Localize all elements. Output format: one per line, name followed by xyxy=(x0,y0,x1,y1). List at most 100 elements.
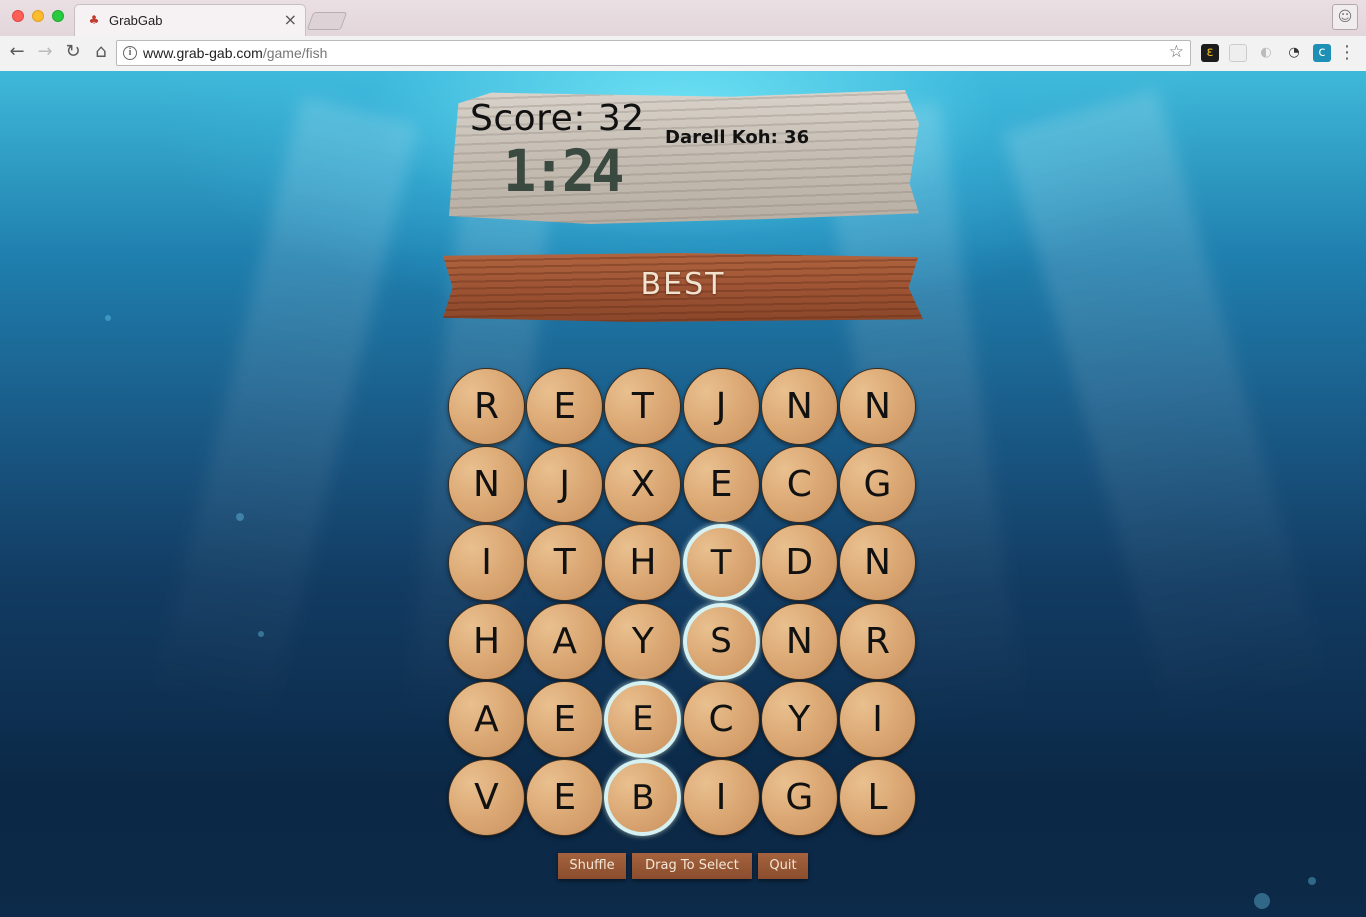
minimize-window-button[interactable] xyxy=(32,10,44,22)
letter-tile[interactable]: N xyxy=(448,446,525,524)
tile-letter: J xyxy=(715,386,727,427)
letter-tile[interactable]: E xyxy=(526,368,604,445)
extension-sync-icon[interactable]: ◐ xyxy=(1257,44,1275,62)
letter-tile[interactable]: I xyxy=(448,524,525,602)
url-path: /game/fish xyxy=(262,45,328,61)
tile-letter: A xyxy=(474,698,499,740)
tile-letter: H xyxy=(472,620,501,662)
tile-letter: T xyxy=(631,386,654,427)
tile-letter: D xyxy=(785,542,814,584)
tab-title: GrabGab xyxy=(109,13,163,28)
letter-tile[interactable]: N xyxy=(760,602,838,680)
opponent-score: Darell Koh: 36 xyxy=(665,127,810,148)
tile-letter: A xyxy=(552,620,577,662)
current-word: BEST xyxy=(640,267,726,302)
letter-tile[interactable]: I xyxy=(839,680,916,758)
letter-tile[interactable]: D xyxy=(760,524,838,602)
light-ray xyxy=(1003,88,1328,730)
score-label: Score: 32 xyxy=(470,98,645,139)
menu-icon[interactable]: ⋮ xyxy=(1338,42,1356,63)
extension-evernote-icon[interactable]: ε xyxy=(1201,44,1219,62)
letter-tile[interactable]: N xyxy=(839,524,916,602)
letter-tile[interactable]: N xyxy=(760,368,838,445)
timer: 1:24 xyxy=(503,137,624,205)
letter-tile[interactable]: E xyxy=(682,446,760,524)
close-window-button[interactable] xyxy=(12,10,24,22)
profile-icon[interactable]: ☺ xyxy=(1332,4,1358,30)
tile-letter: N xyxy=(785,620,813,662)
browser-tab[interactable]: ♣ GrabGab × xyxy=(74,4,306,36)
letter-grid: RETJNNNJXECGITHTDNHAYSNRAEECYIVEBIGL xyxy=(448,368,920,838)
extension-c-icon[interactable]: c xyxy=(1313,44,1331,62)
quit-button[interactable]: Quit xyxy=(758,853,808,879)
letter-tile[interactable]: A xyxy=(526,602,604,680)
tile-letter: I xyxy=(872,698,883,740)
letter-tile[interactable]: I xyxy=(682,759,760,836)
letter-tile[interactable]: T xyxy=(604,368,682,445)
extension-clock-icon[interactable]: ◔ xyxy=(1285,44,1303,62)
url-text: www.grab-gab.com/game/fish xyxy=(143,45,327,61)
tile-letter: X xyxy=(630,464,656,506)
tile-letter: E xyxy=(709,464,733,506)
letter-tile[interactable]: V xyxy=(448,759,525,836)
tile-letter: H xyxy=(629,542,657,584)
reload-icon[interactable]: ↻ xyxy=(62,41,84,63)
tile-letter: E xyxy=(632,699,654,740)
letter-tile[interactable]: E xyxy=(604,680,682,758)
tile-letter: N xyxy=(864,542,891,584)
game-viewport: Score: 32 1:24 Darell Koh: 36 BEST RETJN… xyxy=(0,71,1366,917)
home-icon[interactable]: ⌂ xyxy=(90,41,112,63)
letter-tile[interactable]: H xyxy=(448,602,525,680)
back-icon[interactable]: ← xyxy=(6,41,28,63)
bubble xyxy=(1254,893,1270,909)
new-tab-button[interactable] xyxy=(306,12,348,30)
letter-tile[interactable]: S xyxy=(682,602,760,680)
tile-letter: C xyxy=(786,464,812,506)
tab-bar: ♣ GrabGab × ☺ xyxy=(0,0,1366,36)
letter-tile[interactable]: N xyxy=(839,368,916,445)
tile-letter: T xyxy=(710,542,732,583)
letter-tile[interactable]: H xyxy=(604,524,682,602)
letter-tile[interactable]: E xyxy=(526,680,604,758)
bubble xyxy=(105,315,111,321)
tile-letter: E xyxy=(553,777,577,818)
letter-tile[interactable]: Y xyxy=(604,602,682,680)
letter-tile[interactable]: C xyxy=(760,446,838,524)
letter-tile[interactable]: T xyxy=(682,524,760,602)
letter-tile[interactable]: Y xyxy=(760,680,838,758)
tile-letter: C xyxy=(708,698,734,740)
letter-tile[interactable]: A xyxy=(448,680,525,758)
maximize-window-button[interactable] xyxy=(52,10,64,22)
letter-tile[interactable]: T xyxy=(526,524,604,602)
tile-letter: S xyxy=(710,621,732,662)
tile-letter: T xyxy=(553,542,576,584)
tile-letter: Y xyxy=(631,620,654,662)
letter-tile[interactable]: E xyxy=(526,759,604,836)
extension-blank-icon[interactable] xyxy=(1229,44,1247,62)
letter-tile[interactable]: J xyxy=(526,446,604,524)
letter-tile[interactable]: C xyxy=(682,680,760,758)
tile-letter: V xyxy=(474,777,499,818)
forward-icon[interactable]: → xyxy=(34,41,56,63)
tile-letter: I xyxy=(481,542,492,584)
shuffle-button[interactable]: Shuffle xyxy=(558,853,626,879)
letter-tile[interactable]: L xyxy=(839,759,916,836)
letter-tile[interactable]: R xyxy=(839,602,916,680)
url-host: www.grab-gab.com xyxy=(143,45,263,61)
tile-letter: G xyxy=(785,777,814,818)
letter-tile[interactable]: R xyxy=(448,368,525,445)
tile-letter: B xyxy=(631,777,655,818)
light-ray xyxy=(151,96,419,728)
letter-tile[interactable]: X xyxy=(604,446,682,524)
info-icon[interactable]: i xyxy=(123,46,137,60)
letter-tile[interactable]: B xyxy=(604,759,682,836)
tile-letter: J xyxy=(559,464,570,506)
address-bar[interactable]: i www.grab-gab.com/game/fish ☆ xyxy=(116,40,1191,66)
letter-tile[interactable]: G xyxy=(760,759,838,836)
browser-toolbar: ← → ↻ ⌂ i www.grab-gab.com/game/fish ☆ ε… xyxy=(0,36,1366,71)
drag-to-select-button[interactable]: Drag To Select xyxy=(632,853,752,879)
tab-close-icon[interactable]: × xyxy=(284,10,297,29)
letter-tile[interactable]: G xyxy=(839,446,916,524)
letter-tile[interactable]: J xyxy=(682,368,760,445)
star-icon[interactable]: ☆ xyxy=(1169,42,1184,62)
